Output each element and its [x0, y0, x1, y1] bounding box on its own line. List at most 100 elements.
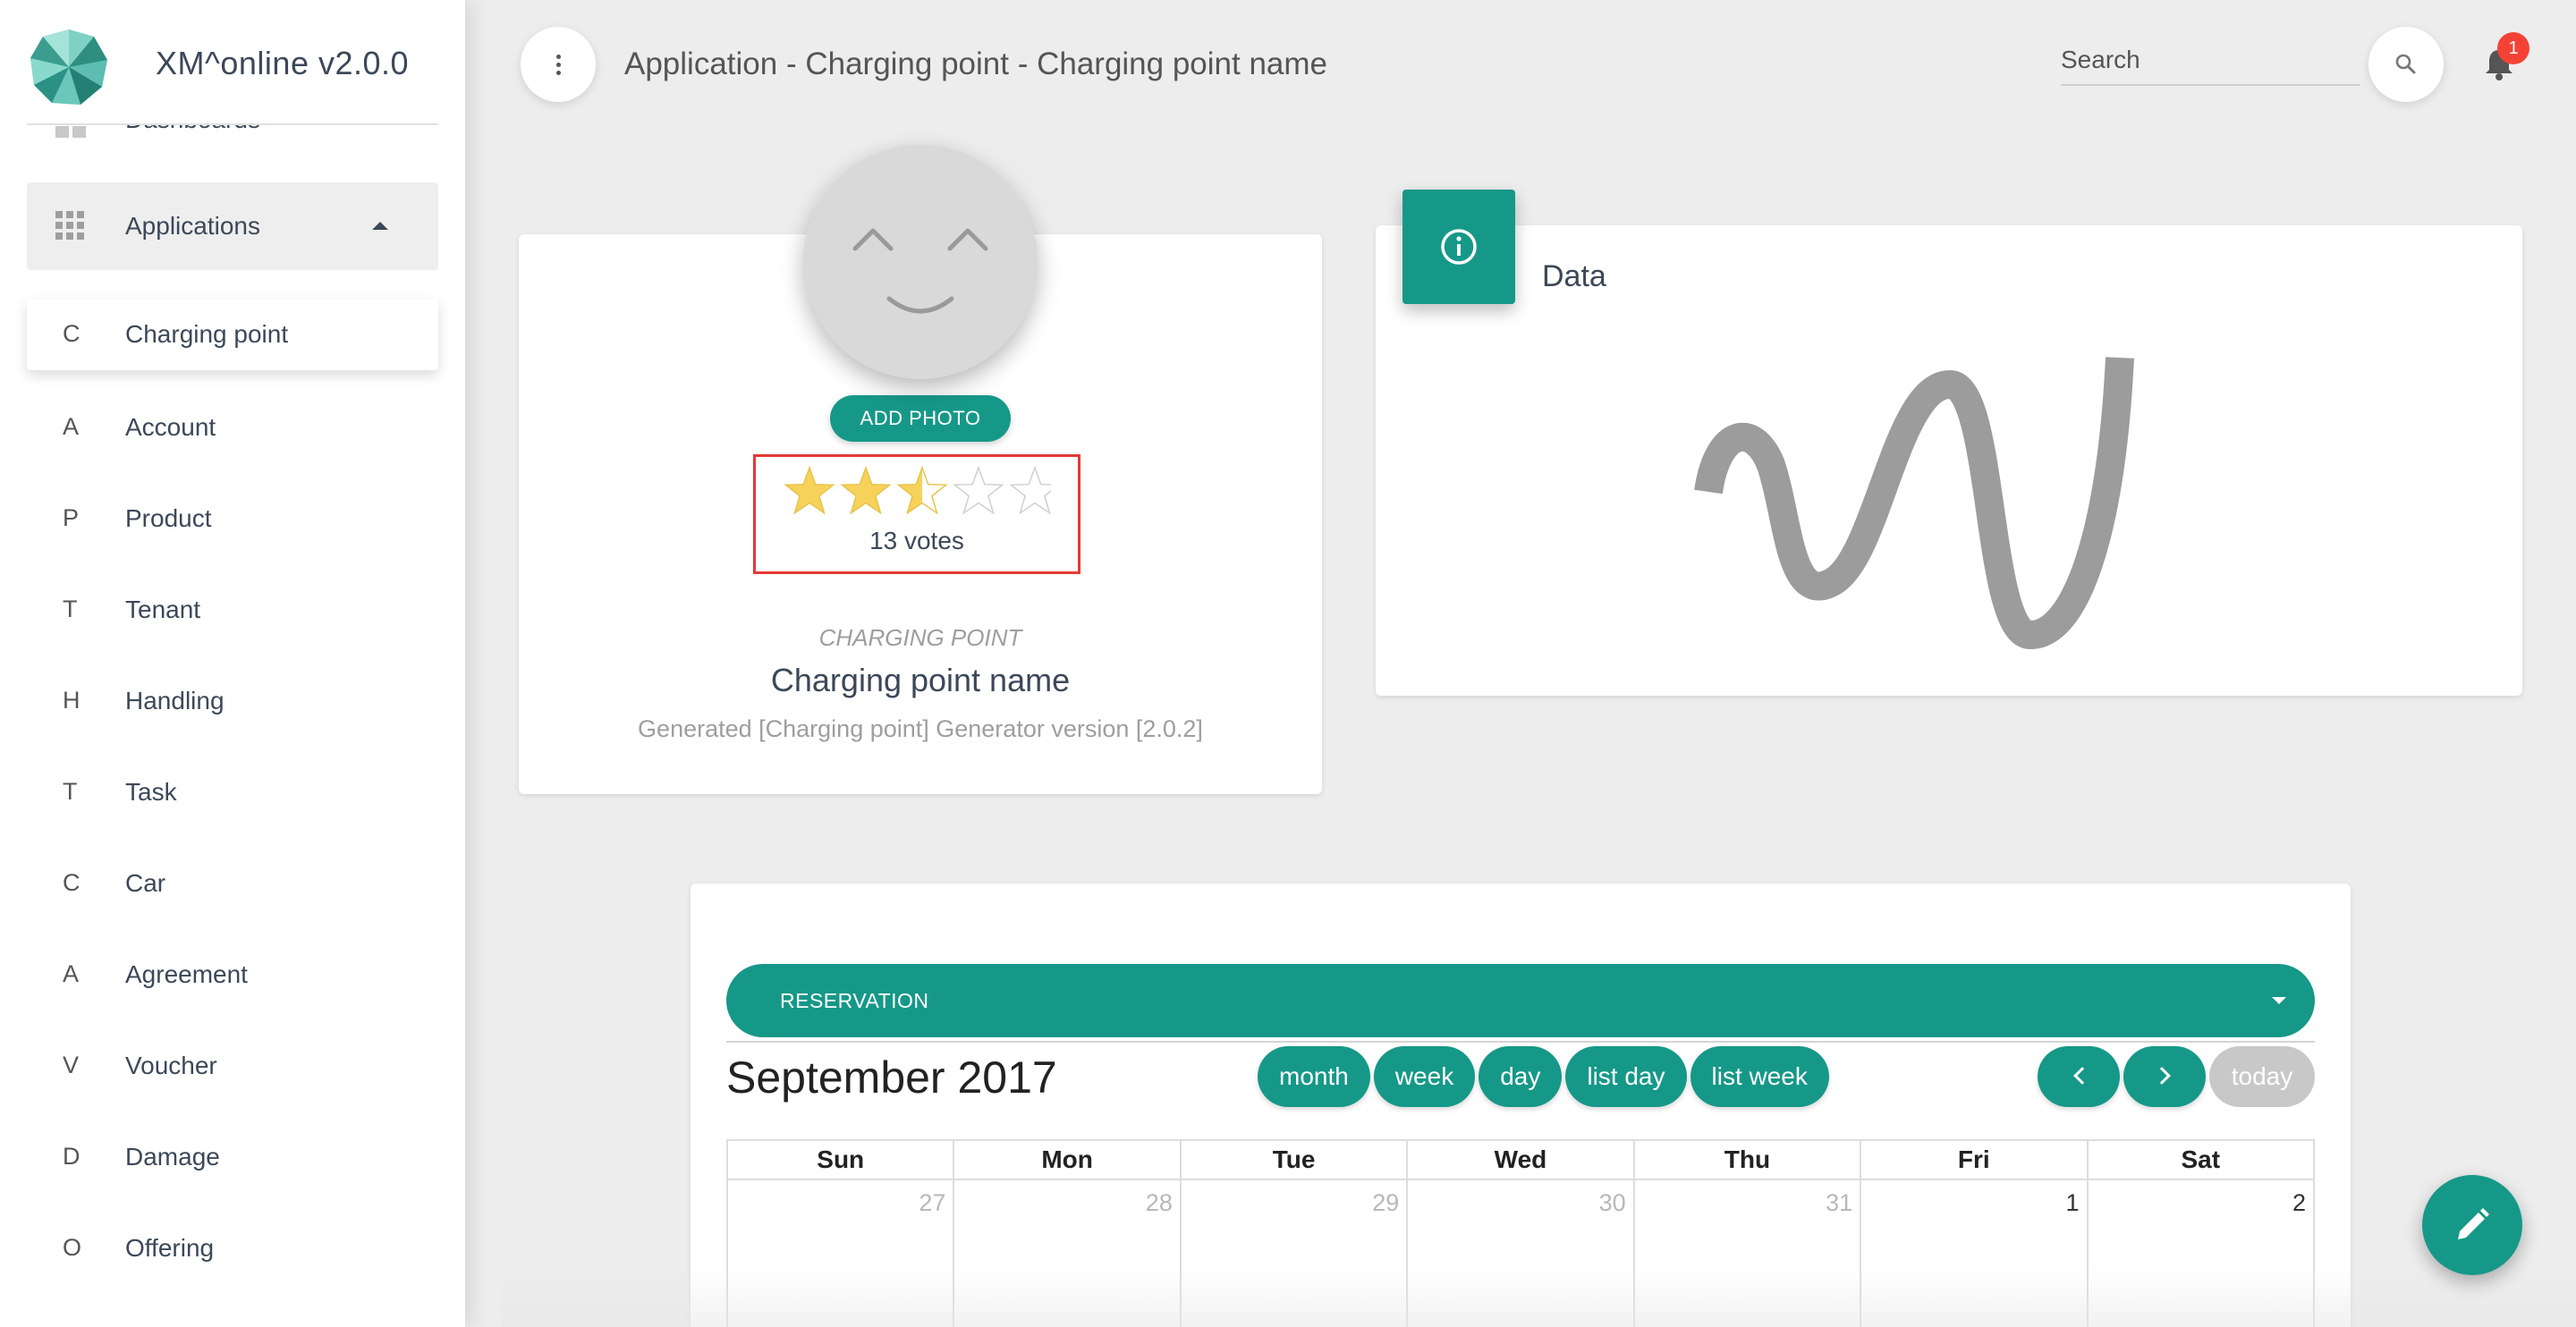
sidebar-item-handling[interactable]: H Handling	[27, 664, 438, 755]
search-input[interactable]	[2061, 36, 2360, 86]
sidebar-item-label: Car	[125, 869, 166, 897]
sidebar-item-abbr: T	[63, 778, 78, 805]
view-month-button[interactable]: month	[1258, 1046, 1370, 1107]
sidebar-section-applications[interactable]: Applications	[27, 182, 438, 270]
weekday-header: Thu	[1632, 1139, 1862, 1180]
notification-badge: 1	[2497, 32, 2529, 64]
view-day-button[interactable]: day	[1479, 1046, 1563, 1107]
view-list-week-button[interactable]: list week	[1690, 1046, 1829, 1107]
calendar-grid: Sun Mon Tue Wed Thu Fri Sat 27 28 29 30 31 1 2	[725, 1139, 2316, 1327]
generated-info: Generated [Charging point] Generator ver…	[638, 715, 1203, 742]
sidebar-item-abbr: V	[63, 1052, 80, 1078]
view-week-button[interactable]: week	[1373, 1046, 1476, 1107]
chevron-right-icon	[2153, 1067, 2171, 1085]
weekday-header: Sun	[725, 1139, 955, 1180]
sidebar-item-label: Handling	[125, 687, 225, 714]
sidebar-item-abbr: P	[63, 504, 80, 531]
brand-header: XM^online v2.0.0	[0, 0, 465, 125]
sidebar-item-label: Offering	[125, 1234, 215, 1262]
calendar-view-buttons: month week day list day list week	[1258, 1046, 1829, 1107]
weekday-header: Sat	[2086, 1139, 2316, 1180]
sidebar-item-abbr: T	[63, 596, 78, 622]
calendar-day-cell[interactable]: 27	[725, 1179, 955, 1327]
sidebar-item-label: Account	[125, 413, 216, 441]
sidebar-item-damage[interactable]: D Damage	[27, 1120, 438, 1211]
calendar-day-cell[interactable]: 31	[1632, 1179, 1862, 1327]
info-icon	[1441, 229, 1477, 265]
more-menu-button[interactable]	[521, 27, 596, 102]
star-rating[interactable]	[783, 464, 1051, 518]
calendar-day-cell[interactable]: 1	[1860, 1179, 2089, 1327]
weekday-header: Tue	[1179, 1139, 1409, 1180]
apps-grid-icon	[55, 211, 84, 240]
sidebar-item-tenant[interactable]: T Tenant	[27, 572, 438, 664]
sidebar-item-label: Charging point	[125, 320, 289, 348]
calendar-day-cell[interactable]: 29	[1179, 1179, 1409, 1327]
sidebar-item-label: Product	[125, 504, 212, 532]
weekday-header: Wed	[1406, 1139, 1635, 1180]
entity-category: CHARGING POINT	[818, 624, 1022, 651]
reservation-dropdown-label: RESERVATION	[780, 989, 929, 1012]
sidebar-item-charging-point[interactable]: C Charging point	[27, 299, 438, 370]
votes-count: 13 votes	[869, 527, 964, 554]
app-logo-icon	[30, 30, 107, 105]
caret-up-icon	[372, 222, 388, 230]
data-card-title: Data	[1542, 259, 1606, 293]
search-icon	[2395, 54, 2416, 74]
pencil-icon	[2458, 1208, 2489, 1239]
reservation-dropdown[interactable]: RESERVATION	[726, 964, 2315, 1043]
sidebar-item-abbr: A	[63, 413, 80, 440]
star-2-icon[interactable]	[840, 465, 892, 515]
star-4-icon[interactable]	[953, 465, 1004, 515]
calendar-day-cell[interactable]: 2	[2086, 1179, 2316, 1327]
divider	[27, 123, 438, 125]
sidebar-item-label: Damage	[125, 1143, 220, 1171]
sidebar-item-abbr: C	[63, 869, 80, 896]
sidebar-item-abbr: H	[63, 687, 80, 714]
data-card-header-icon	[1402, 190, 1515, 304]
next-month-button[interactable]	[2123, 1046, 2206, 1107]
sidebar-item-label: Tenant	[125, 596, 201, 623]
calendar-day-cell[interactable]: 28	[953, 1179, 1182, 1327]
add-photo-button[interactable]: ADD PHOTO	[830, 395, 1011, 442]
weekday-header: Mon	[953, 1139, 1182, 1180]
sidebar-item-label: Task	[125, 778, 177, 806]
sidebar-item-abbr: D	[63, 1143, 80, 1170]
sidebar-section-label: Applications	[125, 212, 260, 240]
sidebar-item-car[interactable]: C Car	[27, 846, 438, 937]
rating-widget[interactable]: 13 votes	[753, 454, 1080, 574]
star-3-icon[interactable]	[896, 465, 948, 515]
sidebar-item-abbr: C	[63, 320, 80, 347]
weekday-header: Fri	[1860, 1139, 2089, 1180]
sidebar: Dashboards XM^online v2.0.0 Applications…	[0, 0, 465, 1327]
sidebar-item-offering[interactable]: O Offering	[27, 1211, 438, 1302]
sidebar-item-agreement[interactable]: A Agreement	[27, 937, 438, 1028]
app-name: XM^online v2.0.0	[156, 45, 410, 81]
chevron-left-icon	[2073, 1067, 2091, 1085]
sidebar-item-task[interactable]: T Task	[27, 755, 438, 846]
sidebar-item-label: Voucher	[125, 1052, 217, 1079]
squiggle-placeholder-icon	[1694, 357, 2134, 649]
caret-down-icon	[2272, 997, 2286, 1004]
entity-name: Charging point name	[770, 662, 1071, 698]
sidebar-item-label: Agreement	[125, 960, 248, 988]
calendar-day-cell[interactable]: 30	[1406, 1179, 1635, 1327]
star-5-icon[interactable]	[1009, 465, 1051, 515]
avatar[interactable]	[803, 145, 1038, 379]
calendar-nav-buttons: today	[2038, 1046, 2315, 1107]
sidebar-item-voucher[interactable]: V Voucher	[27, 1028, 438, 1120]
calendar-title: September 2017	[726, 1052, 1057, 1103]
view-list-day-button[interactable]: list day	[1565, 1046, 1687, 1107]
sidebar-item-abbr: A	[63, 960, 80, 987]
search-button[interactable]	[2368, 27, 2444, 102]
avatar-placeholder-icon	[852, 228, 988, 314]
prev-month-button[interactable]	[2038, 1046, 2120, 1107]
star-1-icon[interactable]	[784, 465, 835, 515]
calendar-week-row: 27 28 29 30 31 1 2	[725, 1179, 2316, 1327]
divider	[726, 1041, 2315, 1043]
weekday-header-row: Sun Mon Tue Wed Thu Fri Sat	[725, 1139, 2316, 1180]
sidebar-item-product[interactable]: P Product	[27, 481, 438, 572]
edit-fab-button[interactable]	[2422, 1175, 2522, 1275]
sidebar-item-account[interactable]: A Account	[27, 390, 438, 481]
today-button[interactable]: today	[2209, 1046, 2315, 1107]
